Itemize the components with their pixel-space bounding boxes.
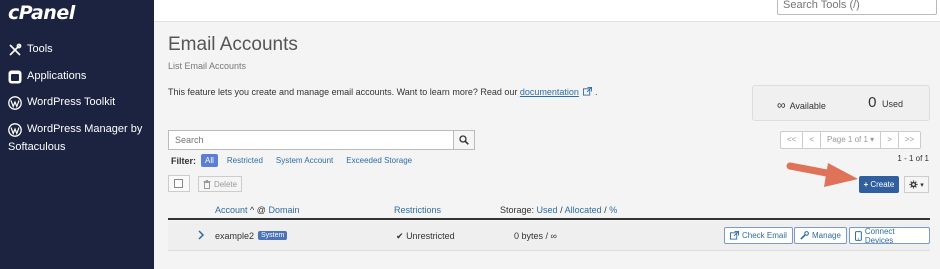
external-link-icon (730, 231, 739, 240)
filter-all[interactable]: All (201, 154, 218, 167)
documentation-link[interactable]: documentation (520, 87, 579, 97)
sidebar-item-label: Applications (27, 70, 87, 82)
last-page-button[interactable]: >> (897, 131, 922, 149)
applications-icon (8, 70, 22, 84)
select-all-checkbox[interactable] (168, 175, 190, 192)
page-subtitle: List Email Accounts (168, 61, 247, 71)
annotation-arrow (786, 162, 858, 187)
plus-icon: + (863, 180, 869, 189)
used-header[interactable]: Used (537, 205, 558, 215)
available-label: Available (789, 101, 826, 111)
at-separator: @ (256, 205, 266, 215)
settings-dropdown-button[interactable]: ▾ (904, 176, 929, 193)
pagination: << < Page 1 of 1 ▾ > >> (780, 131, 922, 149)
description-tail: . (594, 87, 598, 97)
wrench-icon (800, 231, 809, 240)
sidebar-item-label: Tools (27, 43, 53, 55)
storage-prefix: Storage: (500, 205, 535, 215)
caret-down-icon: ▾ (920, 181, 924, 189)
allocated-header[interactable]: Allocated (565, 205, 602, 215)
manage-label: Manage (812, 231, 841, 240)
domain-header[interactable]: Domain (268, 205, 299, 215)
checkbox-box (174, 179, 183, 188)
search-input[interactable] (168, 130, 453, 150)
available-stat: ∞ Available (777, 98, 826, 112)
storage-value: 0 bytes / ∞ (514, 231, 557, 241)
page-description: This feature lets you create and manage … (168, 87, 597, 97)
table-row: example2 System ✔ Unrestricted 0 bytes /… (168, 221, 930, 251)
sidebar-item-wordpress-manager[interactable]: WordPress Manager by (8, 121, 142, 138)
used-label: Used (881, 99, 903, 109)
cpanel-logo[interactable]: cPanel (8, 2, 75, 24)
percent-header[interactable]: % (609, 205, 617, 215)
check-email-button[interactable]: Check Email (724, 227, 793, 244)
connect-devices-button[interactable]: Connect Devices (849, 226, 930, 245)
filter-label: Filter: (171, 155, 197, 166)
slash-separator: / (604, 205, 607, 215)
account-summary: ∞ Available 0 Used (752, 85, 930, 121)
external-link-icon[interactable] (583, 87, 593, 96)
sidebar-item-label: Softaculous (8, 141, 66, 153)
sidebar-item-label: WordPress Manager by (27, 123, 143, 135)
filter-system-account[interactable]: System Account (272, 154, 337, 167)
filter-bar: Filter: All Restricted System Account Ex… (171, 154, 421, 167)
check-icon: ✔ (396, 231, 404, 241)
sidebar-item-tools[interactable]: Tools (8, 41, 53, 58)
prev-page-button[interactable]: < (802, 131, 822, 149)
system-badge: System (258, 231, 288, 240)
restriction-label: Unrestricted (406, 231, 455, 241)
slash-separator: / (560, 205, 563, 215)
chevron-right-icon[interactable] (197, 230, 205, 240)
column-account[interactable]: Account ^ @ Domain (215, 205, 299, 215)
account-search (168, 130, 475, 150)
create-label: Create (870, 180, 895, 189)
account-header[interactable]: Account (215, 205, 248, 215)
page-title: Email Accounts (168, 34, 298, 55)
connect-devices-label: Connect Devices (864, 226, 895, 245)
filter-restricted[interactable]: Restricted (223, 154, 267, 167)
infinity-icon: ∞ (777, 98, 786, 112)
manage-button[interactable]: Manage (794, 227, 847, 244)
check-email-label: Check Email (742, 231, 787, 240)
delete-button[interactable]: Delete (198, 176, 242, 192)
next-page-button[interactable]: > (880, 131, 899, 149)
sort-asc-icon: ^ (250, 205, 255, 215)
sidebar: cPanel Tools Applications WordPress Tool… (0, 0, 154, 269)
create-button[interactable]: + Create (859, 176, 899, 193)
delete-label: Delete (213, 179, 238, 189)
search-tools-input[interactable] (777, 0, 937, 15)
page-select[interactable]: Page 1 of 1 ▾ (820, 131, 882, 149)
sidebar-item-label: WordPress Toolkit (27, 96, 116, 108)
trash-icon (203, 179, 211, 189)
column-restrictions[interactable]: Restrictions (394, 205, 441, 215)
wordpress-icon (8, 96, 22, 110)
chevron-down-icon: ▾ (870, 135, 875, 144)
mobile-icon (855, 230, 862, 241)
result-range: 1 - 1 of 1 (897, 154, 929, 163)
first-page-button[interactable]: << (780, 131, 804, 149)
sidebar-item-applications[interactable]: Applications (8, 68, 86, 85)
wordpress-icon (8, 123, 22, 137)
search-icon (459, 135, 469, 145)
search-button[interactable] (453, 130, 475, 150)
used-count: 0 (868, 94, 877, 111)
description-text: This feature lets you create and manage … (168, 87, 518, 97)
sidebar-item-wordpress-toolkit[interactable]: WordPress Toolkit (8, 94, 115, 111)
filter-exceeded-storage[interactable]: Exceeded Storage (342, 154, 416, 167)
account-name: example2 (215, 231, 255, 241)
column-storage: Storage: Used / Allocated / % (500, 205, 617, 215)
topbar (154, 0, 940, 22)
page-label: Page 1 of 1 (827, 135, 868, 144)
sidebar-item-wordpress-manager-cont[interactable]: Softaculous (8, 139, 65, 156)
table-header: Account ^ @ Domain Restrictions Storage:… (168, 200, 930, 220)
gear-icon (909, 180, 918, 189)
used-stat: 0 Used (868, 94, 903, 111)
restriction-status: ✔ Unrestricted (396, 231, 455, 242)
tools-icon (9, 43, 22, 56)
